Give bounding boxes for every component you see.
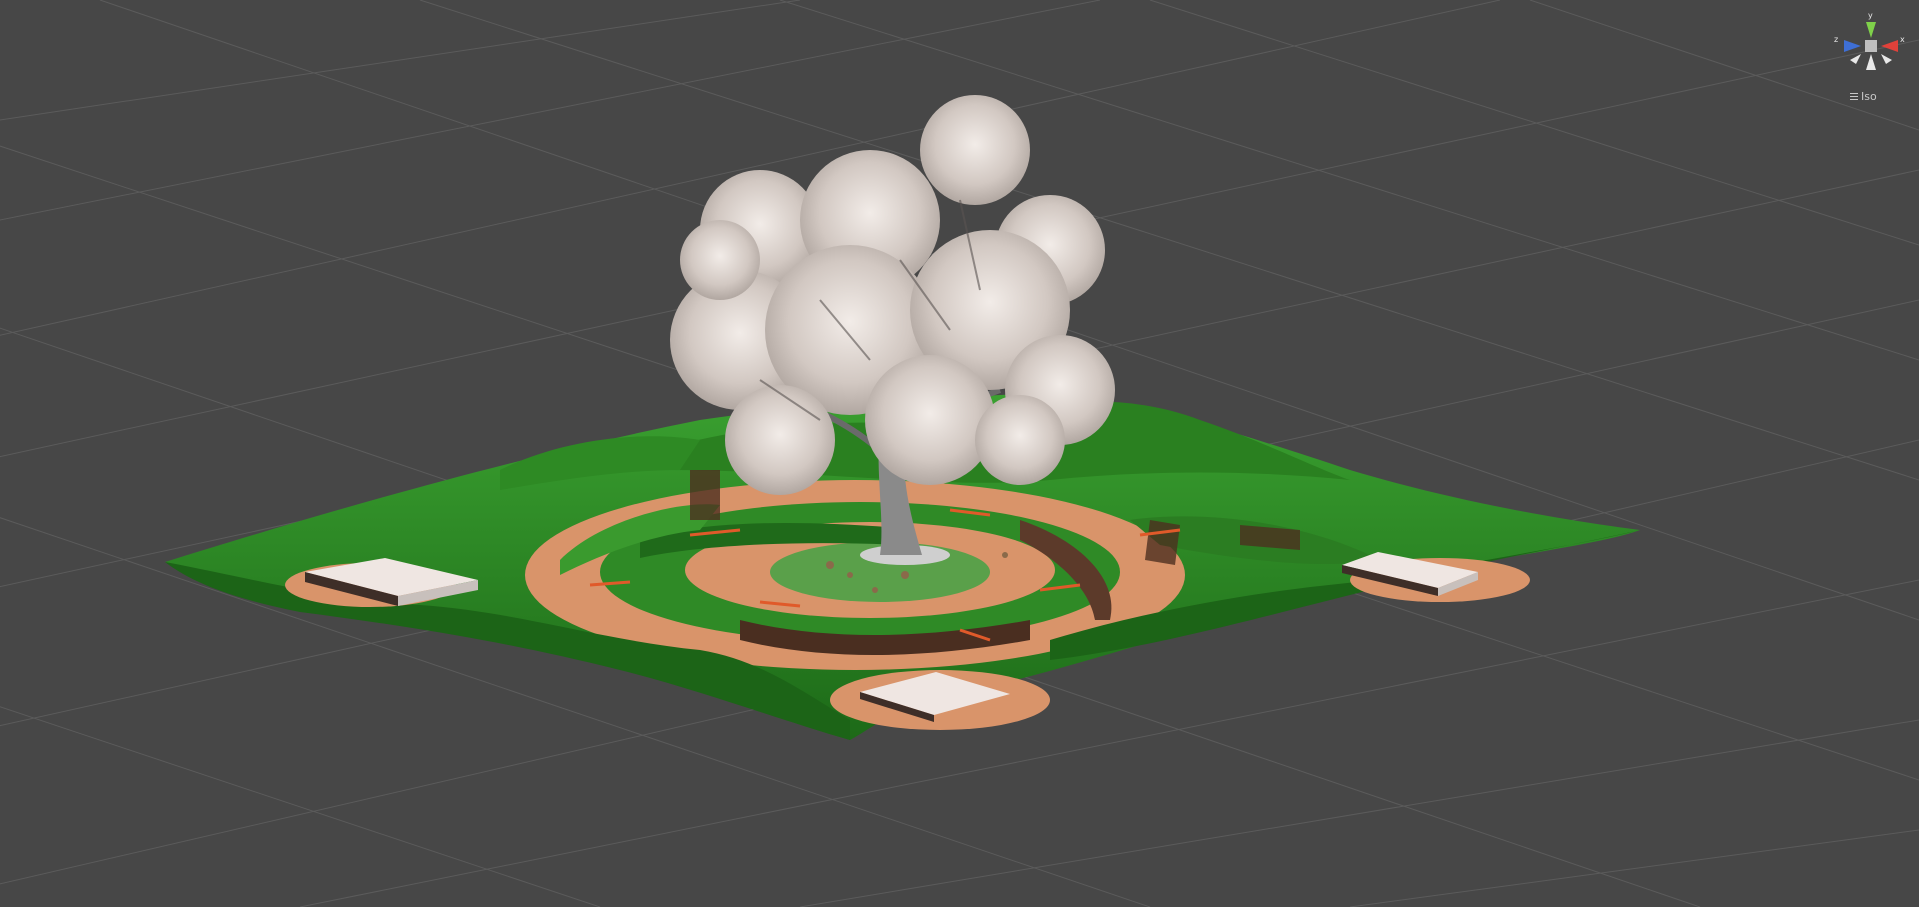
menu-icon bbox=[1850, 91, 1858, 102]
gizmo-z-axis[interactable]: z bbox=[1834, 35, 1861, 52]
x-axis-cone-icon[interactable] bbox=[1881, 40, 1898, 52]
y-axis-label: y bbox=[1868, 11, 1873, 20]
x-axis-label: x bbox=[1900, 35, 1905, 44]
scene-canvas[interactable] bbox=[0, 0, 1919, 907]
projection-toggle[interactable]: Iso bbox=[1850, 90, 1877, 103]
neg-x-cone-icon[interactable] bbox=[1850, 54, 1861, 64]
neg-y-cone-icon[interactable] bbox=[1866, 54, 1876, 70]
scene-viewport[interactable]: y x z Iso bbox=[0, 0, 1919, 907]
z-axis-label: z bbox=[1834, 35, 1838, 44]
z-axis-cone-icon[interactable] bbox=[1844, 40, 1861, 52]
projection-label: Iso bbox=[1861, 90, 1877, 103]
gizmo-y-axis[interactable]: y bbox=[1866, 11, 1876, 38]
y-axis-cone-icon[interactable] bbox=[1866, 22, 1876, 38]
neg-z-cone-icon[interactable] bbox=[1881, 54, 1892, 64]
gizmo-center-cube-icon[interactable] bbox=[1865, 40, 1877, 52]
gizmo-x-axis[interactable]: x bbox=[1881, 35, 1905, 52]
